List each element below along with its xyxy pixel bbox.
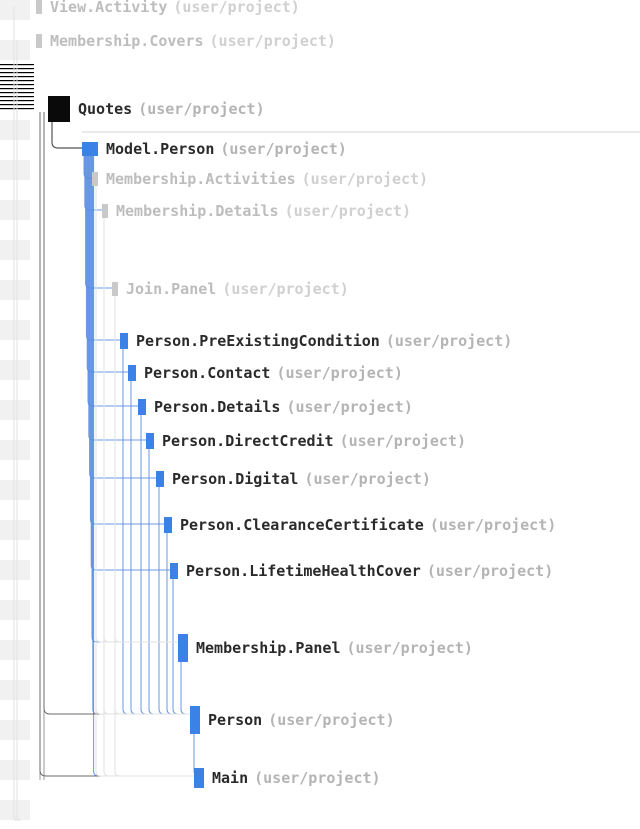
- module-marker: [36, 34, 42, 48]
- module-name: Person.Details: [154, 398, 280, 416]
- module-marker: [194, 768, 204, 788]
- module-scope: (user/project): [427, 562, 553, 580]
- module-marker: [128, 365, 136, 381]
- module-marker: [120, 333, 128, 349]
- module-marker: [138, 399, 146, 415]
- module-scope: (user/project): [430, 516, 556, 534]
- module-name: Person.DirectCredit: [162, 432, 334, 450]
- module-row-membershipActiv[interactable]: Membership.Activities (user/project): [0, 170, 640, 188]
- module-name: Person.Digital: [172, 470, 298, 488]
- module-scope: (user/project): [286, 398, 412, 416]
- module-scope: (user/project): [222, 280, 348, 298]
- module-row-person[interactable]: Person (user/project): [0, 706, 640, 734]
- module-name: Person.Contact: [144, 364, 270, 382]
- module-marker: [112, 282, 118, 296]
- module-name: Person.ClearanceCertificate: [180, 516, 424, 534]
- module-marker: [190, 706, 200, 734]
- module-scope: (user/project): [138, 100, 264, 118]
- module-name: Membership.Panel: [196, 639, 341, 657]
- module-name: Model.Person: [106, 140, 214, 158]
- module-row-personPEC[interactable]: Person.PreExistingCondition (user/project…: [0, 332, 640, 350]
- module-scope: (user/project): [386, 332, 512, 350]
- module-row-personContact[interactable]: Person.Contact (user/project): [0, 364, 640, 382]
- module-name: Membership.Details: [116, 202, 279, 220]
- module-marker: [82, 142, 98, 156]
- module-scope: (user/project): [268, 711, 394, 729]
- module-scope: (user/project): [347, 639, 473, 657]
- module-scope: (user/project): [285, 202, 411, 220]
- module-marker: [146, 433, 154, 449]
- module-marker: [92, 172, 98, 186]
- module-marker: [102, 204, 108, 218]
- module-row-personDetails[interactable]: Person.Details (user/project): [0, 398, 640, 416]
- module-row-viewActivity[interactable]: View.Activity (user/project): [0, 0, 640, 16]
- module-name: Person.LifetimeHealthCover: [186, 562, 421, 580]
- module-name: Membership.Covers: [50, 32, 204, 50]
- module-row-modelPerson[interactable]: Model.Person (user/project): [0, 140, 640, 158]
- module-name: Quotes: [78, 100, 132, 118]
- module-scope: (user/project): [220, 140, 346, 158]
- module-row-personCC[interactable]: Person.ClearanceCertificate (user/project…: [0, 516, 640, 534]
- module-name: Person: [208, 711, 262, 729]
- module-scope: (user/project): [302, 170, 428, 188]
- module-name: Person.PreExistingCondition: [136, 332, 380, 350]
- module-marker: [164, 517, 172, 533]
- module-scope: (user/project): [304, 470, 430, 488]
- module-name: Join.Panel: [126, 280, 216, 298]
- module-row-main[interactable]: Main (user/project): [0, 768, 640, 788]
- module-scope: (user/project): [210, 32, 336, 50]
- module-name: View.Activity: [50, 0, 167, 16]
- module-scope: (user/project): [173, 0, 299, 16]
- module-row-personLHC[interactable]: Person.LifetimeHealthCover (user/project): [0, 562, 640, 580]
- module-marker: [36, 0, 42, 14]
- module-name: Membership.Activities: [106, 170, 296, 188]
- module-marker: [178, 634, 188, 662]
- module-marker: [156, 471, 164, 487]
- module-row-personDirCredit[interactable]: Person.DirectCredit (user/project): [0, 432, 640, 450]
- module-marker: [170, 563, 178, 579]
- module-scope: (user/project): [276, 364, 402, 382]
- module-scope: (user/project): [340, 432, 466, 450]
- module-row-membershipPanel[interactable]: Membership.Panel (user/project): [0, 634, 640, 662]
- module-row-quotes[interactable]: Quotes (user/project): [0, 96, 640, 122]
- module-row-membershipCovers[interactable]: Membership.Covers (user/project): [0, 32, 640, 50]
- module-scope: (user/project): [254, 769, 380, 787]
- module-row-personDigital[interactable]: Person.Digital (user/project): [0, 470, 640, 488]
- module-marker: [48, 96, 70, 122]
- module-row-joinPanel[interactable]: Join.Panel (user/project): [0, 280, 640, 298]
- module-name: Main: [212, 769, 248, 787]
- module-row-membershipDet[interactable]: Membership.Details (user/project): [0, 202, 640, 220]
